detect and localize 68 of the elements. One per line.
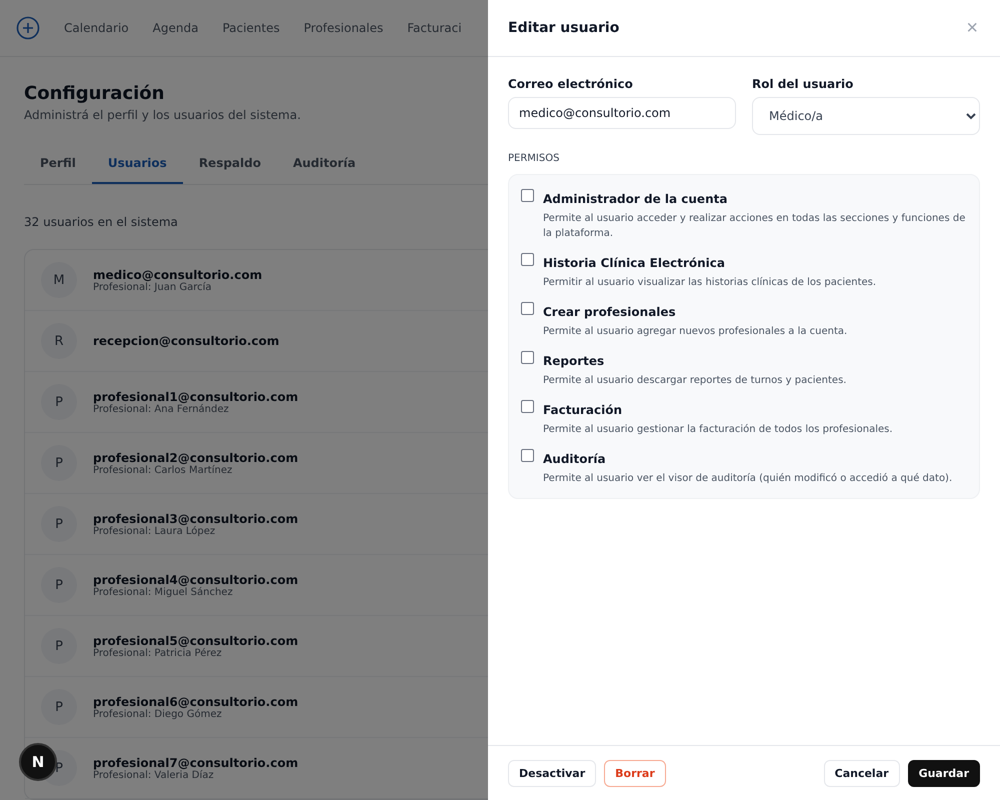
action-button[interactable]: Desactivar [508, 760, 596, 786]
user-detail: Profesional: Valeria Díaz [93, 770, 215, 780]
save-button[interactable]: Guardar [908, 760, 980, 786]
drawer-title: Editar usuario [508, 20, 620, 36]
permission-description: Permitir al usuario visualizar las historias clínicas de los pacientes. [543, 276, 876, 290]
dev-badge[interactable]: N [19, 743, 57, 781]
user-detail: Profesional: Ana Fernández [93, 404, 230, 414]
user-email[interactable]: profesional3@consultorio.com [93, 512, 298, 526]
nav-link[interactable]: Profesionales [304, 21, 384, 35]
checkbox[interactable] [521, 302, 534, 315]
avatar: P [41, 445, 77, 481]
nav-link[interactable]: Facturaci [407, 21, 462, 35]
permission-description: Permite al usuario agregar nuevos profesionales a la cuenta. [543, 325, 848, 339]
nav-link[interactable]: Calendario [64, 21, 129, 35]
permission-description: Permite al usuario acceder y realizar acciones en todas las secciones y funciones de la plataforma. [543, 212, 966, 241]
permission-label: Reportes [543, 354, 606, 368]
avatar: P [41, 384, 77, 420]
avatar: R [41, 323, 77, 359]
page-subtitle: Administrá el perfil y los usuarios del sistema. [24, 108, 301, 122]
section-heading: PERMISOS [508, 153, 560, 164]
user-detail: Profesional: Juan García [93, 282, 213, 292]
tab[interactable]: Usuarios [92, 146, 183, 184]
user-email[interactable]: profesional7@consultorio.com [93, 756, 298, 770]
role-select[interactable]: Médico/a [752, 97, 980, 135]
avatar: P [41, 506, 77, 542]
tab[interactable]: Respaldo [182, 146, 277, 184]
nav-link[interactable]: Agenda [152, 21, 198, 35]
checkbox[interactable] [521, 189, 534, 202]
permission-description: Permite al usuario ver el visor de auditoría (quién modificó o accedió a qué dato). [543, 472, 952, 486]
user-detail: Profesional: Carlos Martínez [93, 464, 234, 476]
permission-description: Permite al usuario descargar reportes de turnos y pacientes. [543, 374, 846, 388]
permission-description: Permite al usuario gestionar la facturación de todos los profesionales. [543, 423, 893, 437]
user-email[interactable]: profesional2@consultorio.com [93, 450, 298, 464]
nav-link[interactable]: Pacientes [222, 21, 280, 35]
user-count: 32 usuarios en el sistema [24, 215, 178, 229]
permission-label: Administrador de la cuenta [543, 192, 728, 206]
permission-label: Historia Clínica Electrónica [543, 256, 726, 270]
avatar: P [41, 567, 77, 603]
email-field[interactable]: medico@consultorio.com [508, 97, 736, 129]
permission-label: Auditoría [543, 452, 607, 466]
tab[interactable]: Perfil [24, 146, 92, 184]
avatar: P [41, 689, 77, 725]
user-email[interactable]: profesional1@consultorio.com [93, 390, 298, 404]
permission-label: Crear profesionales [543, 305, 677, 319]
add-icon[interactable] [16, 16, 40, 40]
avatar: P [41, 628, 77, 664]
field-label: Rol del usuario [752, 77, 854, 91]
user-email[interactable]: profesional6@consultorio.com [93, 694, 298, 708]
delete-button[interactable]: Borrar [604, 760, 666, 786]
field-label: Correo electrónico [508, 77, 634, 91]
checkbox[interactable] [521, 351, 534, 364]
permission-label: Facturación [543, 403, 624, 417]
user-email[interactable]: medico@consultorio.com [93, 268, 262, 282]
user-detail: Profesional: Laura López [93, 526, 216, 536]
user-email[interactable]: profesional5@consultorio.com [93, 634, 298, 648]
user-detail: Profesional: Diego Gómez [93, 708, 223, 720]
user-detail: Profesional: Miguel Sánchez [93, 586, 234, 598]
avatar: M [41, 262, 77, 298]
user-email[interactable]: recepcion@consultorio.com [93, 334, 280, 348]
tab[interactable]: Auditoría [276, 146, 372, 184]
close-button[interactable]: × [964, 16, 980, 40]
checkbox[interactable] [521, 400, 534, 413]
page-title: Configuración [24, 83, 164, 104]
checkbox[interactable] [521, 449, 534, 462]
user-detail: Profesional: Patricia Pérez [93, 648, 223, 658]
user-email[interactable]: profesional4@consultorio.com [93, 572, 298, 586]
checkbox[interactable] [521, 253, 534, 266]
action-button[interactable]: Cancelar [824, 760, 900, 786]
